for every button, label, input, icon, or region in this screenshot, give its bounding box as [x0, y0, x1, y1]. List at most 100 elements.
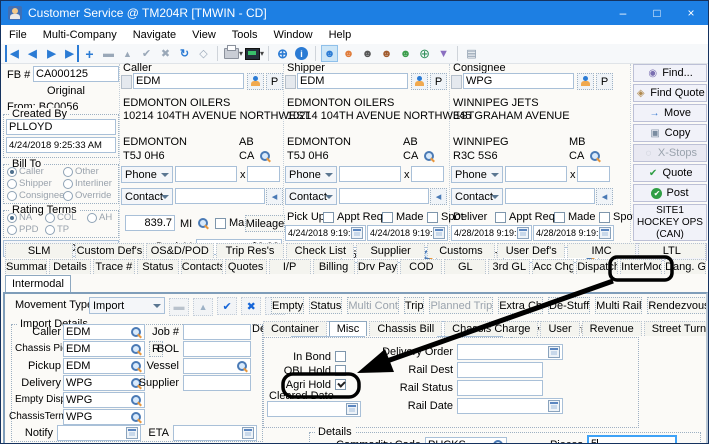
bill-to-shipper-radio[interactable]	[7, 179, 17, 189]
notify-input[interactable]	[57, 425, 141, 441]
consignee-map-icon[interactable]	[589, 150, 601, 162]
supplier-input[interactable]	[183, 375, 251, 391]
caller-contact-lookup-button[interactable]: ◂	[266, 188, 283, 205]
caller-ext-input[interactable]	[247, 166, 280, 182]
im-empty-disp-input[interactable]: WPG	[63, 392, 145, 408]
shipper-phone-select[interactable]: Phone	[285, 166, 337, 183]
miles-input[interactable]: 839.7	[125, 215, 175, 231]
rating-col-radio[interactable]	[45, 213, 55, 223]
tab-status[interactable]: Status	[137, 259, 179, 274]
calendar-icon[interactable]	[517, 227, 529, 239]
document-icon[interactable]: ▤	[463, 45, 480, 62]
site-selector[interactable]: SITE1HOCKEY OPS(CAN)	[633, 204, 707, 241]
caller-company-button[interactable]	[247, 73, 264, 90]
tab-cod[interactable]: COD	[400, 259, 442, 274]
extra-ch-button[interactable]: Extra Ch	[498, 297, 543, 314]
eta-input[interactable]	[173, 425, 257, 441]
driver-icon[interactable]: ☻	[378, 45, 395, 62]
deliver-made-checkbox[interactable]	[554, 212, 565, 223]
created-by-timestamp[interactable]: 4/24/2018 9:25:33 AM	[6, 137, 116, 153]
rendezvous-button[interactable]: Rendezvous	[647, 297, 708, 314]
commodity-code-input[interactable]: PUCKS	[425, 437, 507, 444]
tab-contacts[interactable]: Contacts	[181, 259, 223, 274]
cancel-icon[interactable]: ✖	[157, 45, 174, 62]
pickup-made-checkbox[interactable]	[382, 212, 393, 223]
deliver-appt-req-checkbox[interactable]	[495, 212, 506, 223]
calendar-icon[interactable]	[548, 346, 560, 358]
subtab-chassis-bill[interactable]: Chassis Bill	[369, 321, 442, 336]
bill-to-caller-radio[interactable]	[7, 167, 17, 177]
created-by-user[interactable]: PLLOYD	[6, 119, 116, 135]
pickup-early-date-input[interactable]: 4/24/2018 9:19:3	[285, 225, 366, 241]
tab-customs[interactable]: Customs	[427, 243, 495, 258]
rail-dest-input[interactable]	[457, 362, 543, 378]
dispatch-user-icon[interactable]: ☻	[359, 45, 376, 62]
mileage-button[interactable]: Mileage	[245, 215, 285, 232]
pickup-spot-checkbox[interactable]	[427, 212, 438, 223]
bill-to-interliner-radio[interactable]	[63, 179, 73, 189]
caller-contact-input[interactable]	[175, 188, 265, 204]
rail-date-input[interactable]	[457, 398, 563, 414]
find-quote-button[interactable]: ◈Find Quote	[633, 84, 707, 102]
subtab-misc[interactable]: Misc	[329, 321, 368, 336]
display-icon[interactable]	[244, 45, 261, 62]
info-icon[interactable]: i	[293, 45, 310, 62]
next-record-icon[interactable]: ▶	[43, 45, 60, 62]
tab-drv-pay[interactable]: Drv Pay	[357, 259, 399, 274]
add-record-icon[interactable]: +	[81, 45, 98, 62]
customer-service-icon[interactable]: ☻	[321, 45, 338, 62]
tab-gl[interactable]: GL	[444, 259, 486, 274]
previous-record-icon[interactable]: ◀	[24, 45, 41, 62]
caller-contact-select[interactable]: Contact	[121, 188, 173, 205]
consignee-contact-lookup-button[interactable]: ◂	[596, 188, 613, 205]
minimize-icon[interactable]: –	[606, 1, 640, 25]
first-record-icon[interactable]: ◀	[5, 45, 22, 62]
bill-to-consignee-radio[interactable]	[7, 191, 17, 201]
calendar-icon[interactable]	[242, 427, 254, 439]
pickup-late-date-input[interactable]: 4/24/2018 9:19:3	[367, 225, 448, 241]
refresh-icon[interactable]: ↻	[176, 45, 193, 62]
consignee-company-button[interactable]	[577, 73, 594, 90]
up-icon[interactable]: ▲	[193, 298, 213, 316]
agri-hold-checkbox[interactable]	[335, 379, 346, 390]
last-record-icon[interactable]: ▶	[62, 45, 79, 62]
tab-3rd-gl[interactable]: 3rd GL	[488, 259, 530, 274]
lookup-icon[interactable]	[130, 411, 142, 423]
tab-user-defs[interactable]: User Def's	[497, 243, 565, 258]
move-button[interactable]: →Move	[633, 104, 707, 122]
copy-button[interactable]: ▣Copy	[633, 124, 707, 142]
close-icon[interactable]: ×	[674, 1, 708, 25]
print-dropdown-icon[interactable]: ▾	[239, 49, 243, 58]
consignee-contact-input[interactable]	[505, 188, 595, 204]
find-button[interactable]: ◉Find...	[633, 64, 707, 82]
shipper-contact-input[interactable]	[339, 188, 429, 204]
tab-quotes[interactable]: Quotes	[225, 259, 267, 274]
menu-navigate[interactable]: Navigate	[125, 29, 184, 41]
calendar-icon[interactable]	[351, 227, 363, 239]
tab-summary[interactable]: Summary	[5, 259, 47, 274]
tab-dispatch[interactable]: Dispatch	[576, 259, 618, 274]
multi-rail-button[interactable]: Multi Rail	[595, 297, 642, 314]
delete-record-icon[interactable]: ▬	[100, 45, 117, 62]
tab-ltl[interactable]: LTL	[638, 243, 706, 258]
calendar-icon[interactable]	[346, 403, 358, 415]
subtab-street-turn-history[interactable]: Street Turn History	[644, 321, 708, 336]
shipper-phone-input[interactable]	[339, 166, 401, 182]
tab-check-list[interactable]: Check List	[286, 243, 354, 258]
lookup-icon[interactable]	[130, 394, 142, 406]
subtab-user[interactable]: User	[540, 321, 579, 336]
lookup-icon[interactable]	[492, 439, 504, 444]
up-icon[interactable]: ▲	[119, 45, 136, 62]
print-icon[interactable]	[223, 45, 240, 62]
status-button[interactable]: Status	[309, 297, 342, 314]
subtab-chassis-charge[interactable]: Chassis Charge	[444, 321, 538, 336]
shipper-profile-button[interactable]: P	[430, 73, 447, 90]
eraser-icon[interactable]: ◇	[195, 45, 212, 62]
consignee-contact-select[interactable]: Contact	[451, 188, 503, 205]
order-entry-icon[interactable]: ☻	[340, 45, 357, 62]
subtab-revenue[interactable]: Revenue	[582, 321, 642, 336]
deliver-spot-checkbox[interactable]	[599, 212, 610, 223]
in-bond-checkbox[interactable]	[335, 351, 346, 362]
bill-to-override-radio[interactable]	[63, 191, 73, 201]
confirm-icon[interactable]: ✔	[217, 297, 237, 315]
